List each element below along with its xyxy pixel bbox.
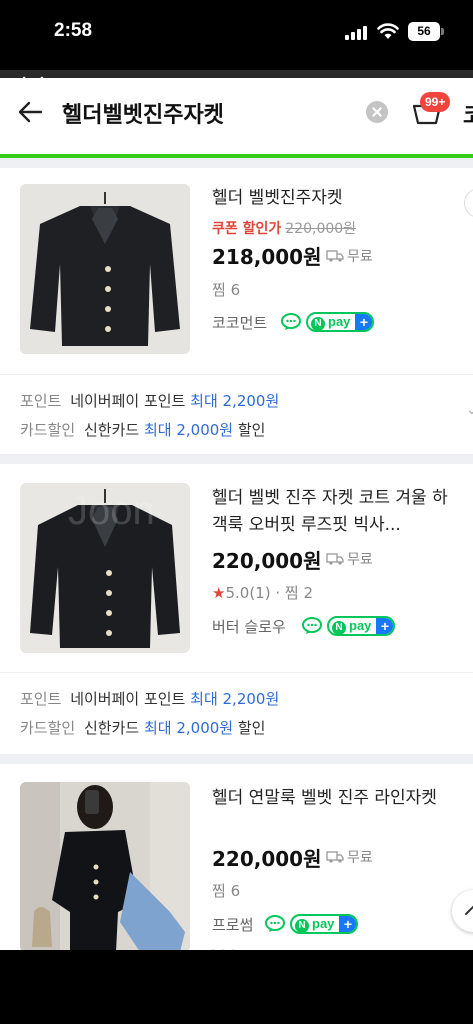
shipping-info: 무료	[326, 549, 373, 569]
wish-count: 찜 2	[284, 584, 313, 602]
chevron-up-icon	[465, 905, 473, 915]
rating-info: ★5.0(1) · 찜 2	[212, 584, 313, 602]
product-title[interactable]: 헬더 연말룩 벨벳 진주 라인자켓	[212, 785, 458, 812]
cart-count-badge: 99+	[420, 92, 451, 112]
benefit-point: 포인트 네이버페이 포인트 최대 2,200원	[20, 390, 279, 411]
status-bar: 2:58 56	[0, 0, 473, 70]
talktalk-icon[interactable]	[281, 313, 301, 331]
seller-name[interactable]: 코코먼트	[212, 312, 267, 333]
coupon-label: 쿠폰 할인가	[212, 221, 282, 237]
bottom-bar	[0, 950, 473, 1024]
product-title[interactable]: 헬더 벨벳 진주 자켓 코트 겨울 하객룩 오버핏 루즈핏 빅사...	[212, 485, 458, 539]
signal-icon	[345, 24, 371, 40]
npay-label: pay	[328, 314, 351, 329]
coupon-price: 쿠폰 할인가 220,000원	[212, 218, 356, 238]
benefit-card-label: 카드할인	[20, 421, 76, 439]
product-price: 218,000원	[212, 245, 322, 269]
divider	[0, 454, 473, 464]
row-separator	[0, 374, 473, 375]
scroll-top-button[interactable]	[452, 890, 473, 932]
image-watermark: Joon	[68, 489, 155, 533]
product-image[interactable]	[20, 184, 190, 354]
product-image[interactable]	[20, 782, 190, 950]
product-image[interactable]: Joon	[20, 483, 190, 653]
benefit-card-suffix: 할인	[237, 719, 266, 737]
battery-icon: 56	[408, 22, 440, 41]
wish-count: 찜 6	[212, 281, 241, 299]
talktalk-icon[interactable]	[265, 915, 285, 933]
benefit-card-text: 신한카드	[83, 719, 140, 737]
rating-count: (1)	[249, 584, 271, 602]
npay-badge: Npay +	[327, 616, 396, 636]
benefit-card-label: 카드할인	[20, 719, 76, 737]
benefit-point-label: 포인트	[20, 392, 62, 410]
status-time: 2:58	[54, 20, 93, 41]
npay-n-icon: N	[295, 919, 309, 933]
chevron-down-icon[interactable]: ⌄	[466, 402, 473, 418]
back-arrow-icon[interactable]	[17, 100, 43, 124]
star-icon: ★	[212, 584, 226, 602]
seller-name[interactable]: 버터 슬로우	[212, 616, 286, 637]
product-price: 220,000원	[212, 549, 322, 573]
shipping-info: 무료	[326, 847, 373, 867]
product-price: 220,000원	[212, 847, 322, 871]
wish-count: 찜 6	[212, 882, 241, 900]
shipping-text: 무료	[347, 249, 373, 265]
talktalk-icon[interactable]	[302, 617, 322, 635]
product-list: 헬더 벨벳진주자켓 쿠폰 할인가 220,000원 218,000원 무료 찜 6…	[0, 158, 473, 950]
npay-plus-icon: +	[355, 314, 373, 330]
search-input[interactable]: 헬더벨벳진주자켓	[62, 97, 224, 129]
npay-badge: Npay +	[306, 312, 375, 332]
search-header: 헬더벨벳진주자켓 99+ 코	[0, 70, 473, 158]
header-edge-text: 코	[463, 98, 473, 130]
benefit-card: 카드할인 신한카드 최대 2,000원 할인	[20, 717, 265, 738]
battery-tip	[441, 28, 444, 35]
shipping-info: 무료	[326, 246, 373, 266]
wifi-icon	[377, 23, 399, 39]
seller-name[interactable]: 프로썸	[212, 914, 253, 935]
divider	[0, 754, 473, 764]
original-price: 220,000원	[285, 221, 357, 237]
benefit-card-value: 최대 2,000원	[143, 719, 234, 737]
clear-search-button[interactable]	[366, 101, 388, 123]
close-icon[interactable]	[20, 74, 46, 100]
benefit-card: 카드할인 신한카드 최대 2,000원 할인	[20, 419, 265, 440]
divider	[0, 158, 473, 168]
row-separator	[0, 672, 473, 673]
benefit-card-suffix: 할인	[237, 421, 266, 439]
benefit-point-value: 최대 2,200원	[190, 392, 280, 410]
truck-icon	[326, 851, 344, 863]
header-top-strip	[0, 70, 473, 78]
npay-plus-icon: +	[376, 618, 394, 634]
benefit-point-text: 네이버페이 포인트	[70, 690, 186, 708]
npay-label: pay	[312, 916, 335, 931]
benefit-point-label: 포인트	[20, 690, 62, 708]
truck-icon	[326, 250, 344, 262]
benefit-point-value: 최대 2,200원	[190, 690, 280, 708]
shipping-text: 무료	[347, 552, 373, 568]
benefit-point-text: 네이버페이 포인트	[70, 392, 186, 410]
benefit-card-text: 신한카드	[83, 421, 140, 439]
npay-plus-icon: +	[339, 916, 357, 932]
npay-n-icon: N	[332, 621, 346, 635]
shipping-text: 무료	[347, 850, 373, 866]
rating-value: 5.0	[225, 584, 250, 602]
benefit-card-value: 최대 2,000원	[143, 421, 234, 439]
product-title[interactable]: 헬더 벨벳진주자켓	[212, 185, 458, 212]
more-options-button[interactable]	[464, 188, 473, 218]
npay-badge: Npay +	[290, 914, 359, 934]
npay-label: pay	[349, 618, 372, 633]
npay-n-icon: N	[311, 317, 325, 331]
benefit-point: 포인트 네이버페이 포인트 최대 2,200원	[20, 688, 279, 709]
truck-icon	[326, 553, 344, 565]
